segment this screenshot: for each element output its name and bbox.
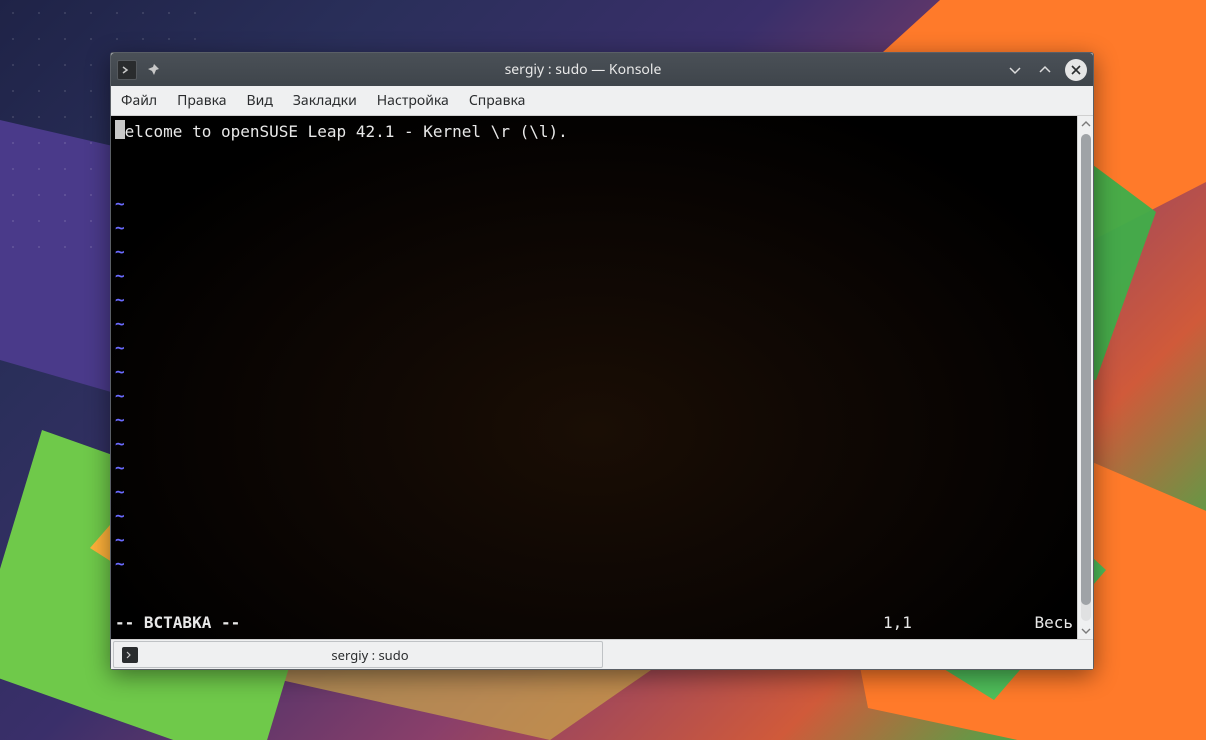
scroll-track[interactable]: [1081, 134, 1091, 621]
vim-cursor-position: 1,1: [883, 611, 1013, 635]
konsole-window: sergiy : sudo — Konsole Файл Правка Вид …: [110, 52, 1094, 670]
terminal-tab[interactable]: sergiy : sudo: [113, 641, 603, 668]
scroll-down-icon[interactable]: [1078, 623, 1093, 639]
pin-icon[interactable]: [145, 62, 161, 78]
window-title: sergiy : sudo — Konsole: [161, 60, 1005, 79]
vim-empty-line: ~: [115, 552, 1073, 576]
vim-empty-line: ~: [115, 240, 1073, 264]
terminal-area[interactable]: Welcome to openSUSE Leap 42.1 - Kernel \…: [111, 116, 1077, 639]
menu-bar: Файл Правка Вид Закладки Настройка Справ…: [111, 86, 1093, 116]
app-menu-icon[interactable]: [117, 60, 137, 80]
vim-empty-line: ~: [115, 384, 1073, 408]
vim-empty-line: ~: [115, 456, 1073, 480]
vim-empty-line: ~: [115, 528, 1073, 552]
menu-settings[interactable]: Настройка: [375, 88, 451, 113]
vim-mode: -- ВСТАВКА --: [115, 611, 240, 635]
menu-bookmarks[interactable]: Закладки: [291, 88, 359, 113]
vim-empty-line: ~: [115, 312, 1073, 336]
maximize-icon[interactable]: [1035, 60, 1055, 80]
menu-file[interactable]: Файл: [119, 88, 159, 113]
vim-empty-line: ~: [115, 504, 1073, 528]
vim-empty-line: ~: [115, 432, 1073, 456]
vim-empty-line: ~: [115, 360, 1073, 384]
vim-empty-line: ~: [115, 192, 1073, 216]
vim-empty-line: ~: [115, 216, 1073, 240]
vim-empty-line: ~: [115, 264, 1073, 288]
vim-empty-line: ~: [115, 288, 1073, 312]
vim-status-bar: -- ВСТАВКА -- 1,1 Весь: [115, 611, 1073, 635]
scroll-thumb[interactable]: [1081, 134, 1091, 605]
minimize-icon[interactable]: [1005, 60, 1025, 80]
menu-edit[interactable]: Правка: [175, 88, 228, 113]
window-titlebar[interactable]: sergiy : sudo — Konsole: [111, 53, 1093, 86]
vim-empty-line: ~: [115, 408, 1073, 432]
tab-bar: sergiy : sudo: [111, 639, 1093, 669]
terminal-tab-label: sergiy : sudo: [146, 646, 594, 664]
vim-empty-line: ~: [115, 336, 1073, 360]
close-icon[interactable]: [1065, 59, 1087, 81]
terminal-cursor: [115, 120, 125, 139]
terminal-tab-icon: [122, 647, 138, 663]
terminal-text: Welcome to openSUSE Leap 42.1 - Kernel \…: [115, 122, 568, 141]
terminal-scrollbar[interactable]: [1077, 116, 1093, 639]
vim-empty-line: ~: [115, 480, 1073, 504]
menu-view[interactable]: Вид: [245, 88, 275, 113]
scroll-up-icon[interactable]: [1078, 116, 1093, 132]
menu-help[interactable]: Справка: [467, 88, 528, 113]
terminal-line-content: Welcome to openSUSE Leap 42.1 - Kernel \…: [115, 118, 1073, 144]
vim-scroll-percent: Весь: [1013, 611, 1073, 635]
